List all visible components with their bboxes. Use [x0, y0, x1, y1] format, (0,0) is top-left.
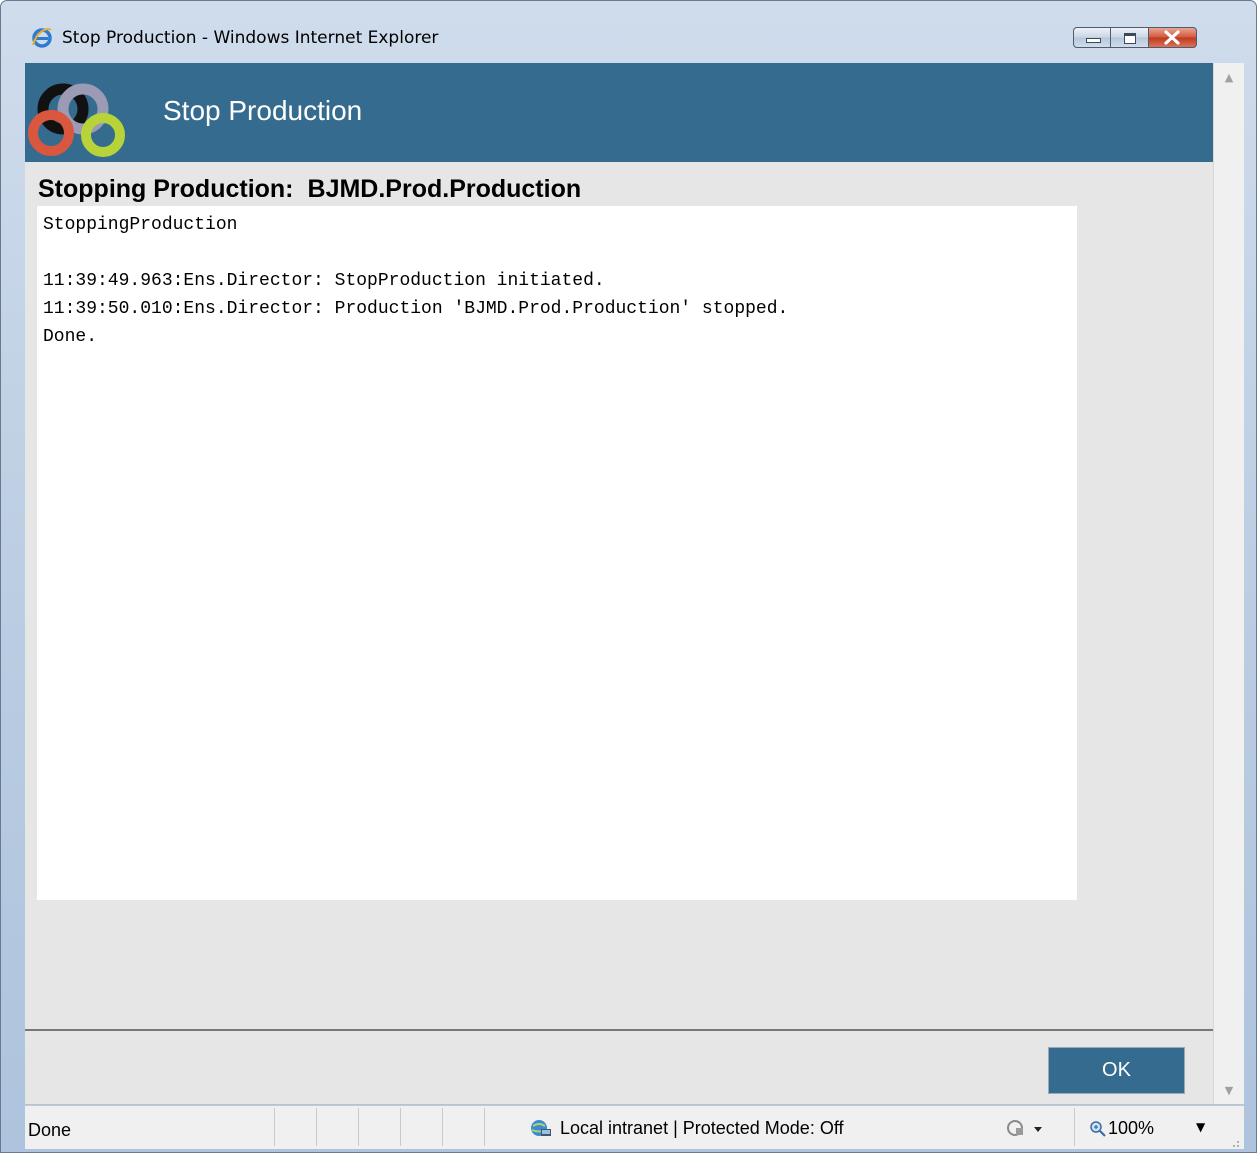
caption-buttons: [1073, 27, 1197, 48]
header-banner: Stop Production: [25, 63, 1213, 162]
status-divider: [484, 1108, 485, 1146]
log-line: 11:39:50.010:Ens.Director: Production 'B…: [43, 299, 789, 319]
status-divider: [316, 1108, 317, 1146]
local-intranet-icon: [531, 1119, 551, 1136]
zoom-text: 100%: [1108, 1118, 1155, 1138]
interlinked-rings-logo: [28, 83, 125, 157]
status-bar: Done Local intranet | Protected Mode: Of…: [25, 1105, 1244, 1149]
title-bar[interactable]: Stop Production - Windows Internet Explo…: [1, 1, 1256, 48]
resize-grip-icon[interactable]: [1228, 1136, 1240, 1148]
zoom-level[interactable]: 100%: [1090, 1118, 1154, 1139]
log-line: Done.: [43, 327, 98, 347]
status-divider: [1074, 1108, 1075, 1146]
status-divider: [442, 1108, 443, 1146]
close-icon: [1164, 30, 1180, 45]
page-heading: Stopping Production: BJMD.Prod.Production: [38, 175, 581, 204]
page-content: Stop Production Stopping Production: BJMD…: [25, 63, 1244, 1104]
magnifier-icon: [1090, 1120, 1106, 1137]
log-line: StoppingProduction: [43, 215, 238, 235]
status-divider: [400, 1108, 401, 1146]
log-line: 11:39:49.963:Ens.Director: StopProductio…: [43, 271, 605, 291]
banner-title: Stop Production: [163, 95, 363, 126]
scroll-down-arrow-icon[interactable]: ▼: [1214, 1076, 1244, 1104]
footer-divider: [25, 1029, 1213, 1031]
protected-mode-icon[interactable]: [1007, 1119, 1045, 1139]
vertical-scrollbar[interactable]: ▲ ▼: [1213, 63, 1244, 1104]
zoom-dropdown-arrow-icon[interactable]: ▼: [1196, 1120, 1205, 1134]
maximize-button[interactable]: [1111, 27, 1149, 48]
output-log: StoppingProduction 11:39:49.963:Ens.Dire…: [37, 206, 1077, 900]
window-title: Stop Production - Windows Internet Explo…: [62, 28, 439, 48]
close-button[interactable]: [1149, 27, 1197, 48]
security-zone[interactable]: Local intranet | Protected Mode: Off: [530, 1118, 844, 1139]
status-text: Done: [28, 1120, 72, 1140]
zone-text: Local intranet | Protected Mode: Off: [560, 1118, 844, 1138]
internet-explorer-icon: [32, 28, 52, 48]
heading-label: Stopping Production:: [38, 175, 294, 203]
status-divider: [274, 1108, 275, 1146]
production-name: BJMD.Prod.Production: [307, 175, 582, 203]
minimize-button[interactable]: [1073, 27, 1111, 48]
scroll-up-arrow-icon[interactable]: ▲: [1214, 63, 1244, 91]
status-divider: [358, 1108, 359, 1146]
ok-button[interactable]: OK: [1048, 1047, 1185, 1094]
browser-window: Stop Production - Windows Internet Explo…: [0, 0, 1257, 1153]
